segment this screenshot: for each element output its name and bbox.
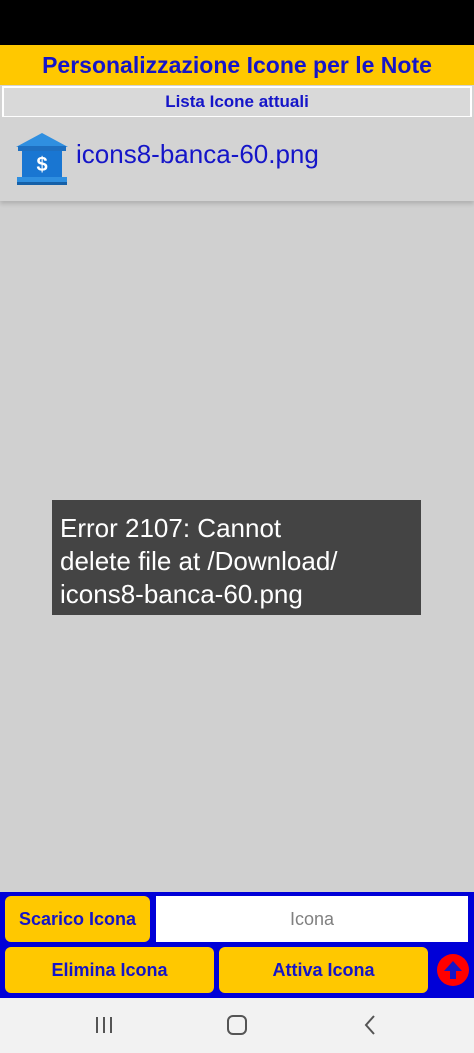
recents-icon [96, 1017, 112, 1033]
activate-icon-button[interactable]: Attiva Icona [219, 947, 428, 993]
toast-line: icons8-banca-60.png [60, 579, 303, 609]
list-item[interactable]: $ icons8-banca-60.png [0, 117, 474, 201]
home-icon [227, 1015, 247, 1035]
recents-button[interactable] [84, 1010, 124, 1040]
subtitle-bar: Lista Icone attuali [2, 86, 472, 118]
bank-icon: $ [16, 133, 68, 185]
title-bar: Personalizzazione Icone per le Note [0, 45, 474, 85]
page-title: Personalizzazione Icone per le Note [42, 51, 432, 78]
status-bar [0, 0, 474, 45]
back-button[interactable] [350, 1010, 390, 1040]
error-toast: Error 2107: Cannot delete file at /Downl… [52, 500, 421, 615]
delete-icon-button[interactable]: Elimina Icona [5, 947, 214, 993]
back-icon [364, 1015, 375, 1035]
home-button[interactable] [217, 1010, 257, 1040]
toast-line: Error 2107: Cannot [60, 513, 282, 543]
icon-name-field[interactable] [156, 896, 468, 942]
toast-line: delete file at /Download/ [60, 546, 338, 576]
svg-text:$: $ [36, 154, 47, 176]
bottom-panel: Scarico Icona Elimina Icona Attiva Icona [0, 892, 474, 998]
list-item-label: icons8-banca-60.png [76, 139, 319, 169]
download-icon-button[interactable]: Scarico Icona [5, 896, 150, 942]
scroll-up-button[interactable] [437, 954, 469, 986]
arrow-up-icon [444, 961, 462, 979]
list-heading: Lista Icone attuali [165, 92, 309, 111]
system-nav-bar [0, 998, 474, 1053]
